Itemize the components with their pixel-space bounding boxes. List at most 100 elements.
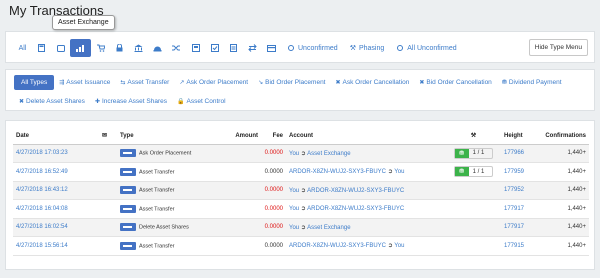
type-icon: ✖	[335, 80, 341, 86]
transaction-amount	[217, 181, 261, 200]
transaction-date-link[interactable]: 4/27/2018 16:52:49	[16, 169, 68, 175]
square-icon[interactable]	[51, 39, 70, 57]
hide-type-menu-button[interactable]: Hide Type Menu	[528, 39, 588, 56]
block-height-link[interactable]: 177917	[504, 224, 524, 230]
type-filter-bid-order-placement[interactable]: ↘ Bid Order Placement	[253, 75, 330, 90]
transaction-date-link[interactable]: 4/27/2018 16:02:54	[16, 224, 68, 230]
type-icon: ✖	[19, 99, 25, 105]
account-to[interactable]: Asset Exchange	[307, 225, 350, 231]
transaction-date-link[interactable]: 4/27/2018 15:56:14	[16, 243, 68, 249]
transaction-type: Delete Asset Shares	[139, 224, 189, 231]
transaction-amount	[217, 162, 261, 182]
transaction-date-link[interactable]: 4/27/2018 16:04:08	[16, 206, 68, 212]
transaction-fee: 0.0000	[261, 199, 286, 219]
account-to[interactable]: Asset Exchange	[307, 151, 350, 157]
confirmations: 1,440+	[537, 218, 589, 237]
col-confirmations[interactable]: Confirmations	[537, 128, 589, 145]
circle-icon	[288, 45, 294, 51]
tooltip: Asset Exchange	[52, 15, 115, 30]
cart-icon[interactable]	[91, 39, 110, 57]
filter-bar: All Unconfirmed ⚒ Phasing All Unconfirmed…	[5, 31, 595, 63]
transaction-type: Asset Transfer	[139, 243, 175, 250]
account-from[interactable]: ARDOR-X8ZN-WUJ2-SXY3-FBUYC	[289, 169, 386, 175]
transaction-type: Asset Transfer	[139, 206, 175, 213]
block-height-link[interactable]: 177952	[504, 187, 524, 193]
arrow-circle-icon: ➲	[300, 206, 306, 213]
block-height-link[interactable]: 177915	[504, 243, 524, 249]
card-icon[interactable]	[262, 39, 281, 57]
type-filter-asset-transfer[interactable]: ⇆ Asset Transfer	[115, 75, 174, 90]
box-icon[interactable]	[186, 39, 205, 57]
filter-all[interactable]: All	[13, 39, 32, 57]
account-to[interactable]: ARDOR-X8ZN-WUJ2-SXY3-FBUYC	[307, 206, 404, 212]
col-type[interactable]: Type	[117, 128, 217, 145]
type-filter-delete-asset-shares[interactable]: ✖ Delete Asset Shares	[14, 94, 90, 109]
filter-all-unconfirmed[interactable]: All Unconfirmed	[390, 39, 462, 57]
account-to[interactable]: You	[394, 243, 404, 249]
arrow-circle-icon: ➲	[387, 169, 393, 176]
shuffle-icon[interactable]	[167, 39, 186, 57]
filter-phasing[interactable]: ⚒ Phasing	[344, 39, 391, 57]
circle-icon	[397, 45, 404, 51]
filter-unconfirmed[interactable]: Unconfirmed	[281, 39, 344, 57]
transaction-date-link[interactable]: 4/27/2018 16:43:12	[16, 187, 68, 193]
type-icon: ✚	[94, 99, 100, 105]
transactions-table: Date ✉ Type Amount Fee Account ⚒ Height …	[13, 128, 589, 256]
col-height[interactable]: Height	[501, 128, 537, 145]
asset-exchange-icon[interactable]	[70, 39, 91, 57]
lock-icon[interactable]	[110, 39, 129, 57]
account-to[interactable]: You	[394, 169, 404, 175]
arrow-circle-icon: ➲	[387, 243, 393, 250]
col-fee[interactable]: Fee	[261, 128, 286, 145]
col-amount[interactable]: Amount	[217, 128, 261, 145]
transaction-type-icon	[120, 223, 136, 232]
type-filter-asset-issuance[interactable]: ⇶ Asset Issuance	[54, 75, 115, 90]
col-phasing: ⚒	[446, 128, 501, 145]
confirmations: 1,440+	[537, 162, 589, 182]
transaction-type: Asset Transfer	[139, 187, 175, 194]
type-filter-asset-control[interactable]: 🔒 Asset Control	[172, 94, 231, 109]
type-filter-label: Delete Asset Shares	[26, 98, 85, 105]
checklist-icon[interactable]	[205, 39, 224, 57]
type-icon: ✖	[419, 80, 425, 86]
type-filter-label: Bid Order Placement	[265, 79, 326, 86]
account-to[interactable]: ARDOR-X8ZN-WUJ2-SXY3-FBUYC	[307, 188, 404, 194]
gavel-icon: ⚒	[349, 45, 356, 52]
block-height-link[interactable]: 177966	[504, 150, 524, 156]
table-row: 4/27/2018 16:04:08 Asset Transfer 0.0000…	[13, 199, 589, 219]
calculator-icon[interactable]	[32, 39, 51, 57]
block-height-link[interactable]: 177959	[504, 169, 524, 175]
type-filter-label: All Types	[21, 79, 48, 86]
account-from[interactable]: ARDOR-X8ZN-WUJ2-SXY3-FBUYC	[289, 243, 386, 249]
account-from[interactable]: You	[289, 188, 299, 194]
type-filter-bid-order-cancellation[interactable]: ✖ Bid Order Cancellation	[414, 75, 496, 90]
col-date[interactable]: Date	[13, 128, 99, 145]
vault-icon[interactable]	[148, 39, 167, 57]
type-filter-ask-order-cancellation[interactable]: ✖ Ask Order Cancellation	[331, 75, 415, 90]
bank-icon[interactable]	[129, 39, 148, 57]
table-row: 4/27/2018 16:43:12 Asset Transfer 0.0000…	[13, 181, 589, 200]
confirmations: 1,440+	[537, 199, 589, 219]
arrow-circle-icon: ➲	[300, 224, 306, 231]
transaction-fee: 0.0000	[261, 218, 286, 237]
transaction-type-icon	[120, 241, 136, 250]
type-filter-ask-order-placement[interactable]: ↗ Ask Order Placement	[174, 75, 253, 90]
type-filter-all-types[interactable]: All Types	[14, 75, 55, 90]
transaction-amount	[217, 236, 261, 256]
type-filter-increase-asset-shares[interactable]: ✚ Increase Asset Shares	[90, 94, 172, 109]
phasing-badge[interactable]: ⛃ 1 / 1	[453, 147, 494, 159]
arrows-icon[interactable]	[243, 39, 262, 57]
transaction-type: Ask Order Placement	[139, 150, 192, 157]
transaction-date-link[interactable]: 4/27/2018 17:03:23	[16, 150, 68, 156]
account-from[interactable]: You	[289, 206, 299, 212]
block-height-link[interactable]: 177917	[504, 206, 524, 212]
table-row: 4/27/2018 16:52:49 Asset Transfer 0.0000…	[13, 162, 589, 182]
col-account[interactable]: Account	[286, 128, 446, 145]
transaction-type-icon	[120, 204, 136, 213]
account-from[interactable]: You	[289, 151, 299, 157]
phasing-badge[interactable]: ⛃ 1 / 1	[453, 166, 494, 178]
type-filter-dividend-payment[interactable]: ⛃ Dividend Payment	[497, 75, 567, 90]
account-from[interactable]: You	[289, 225, 299, 231]
type-icon: 🔒	[177, 99, 185, 105]
file-icon[interactable]	[224, 39, 243, 57]
